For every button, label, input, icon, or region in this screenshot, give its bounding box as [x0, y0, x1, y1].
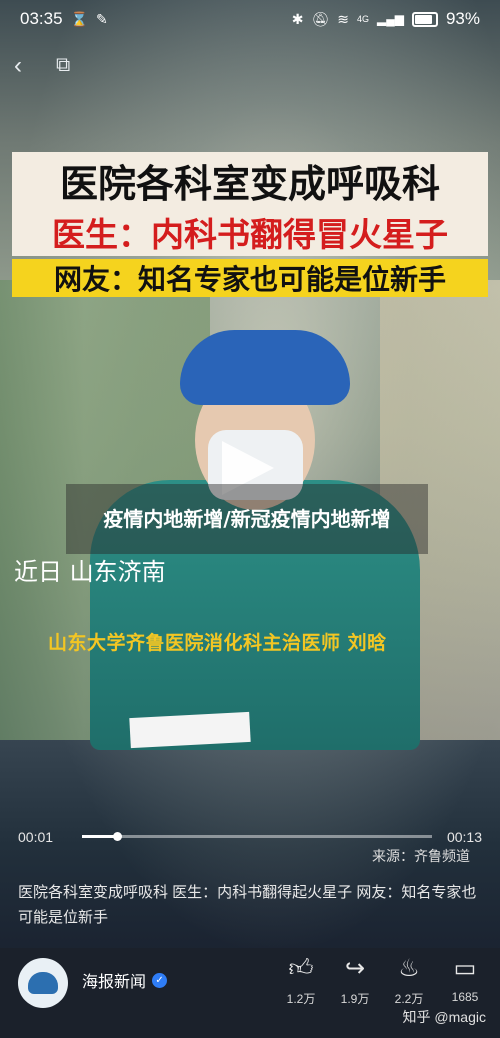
author-name[interactable]: 海报新闻 [82, 968, 146, 992]
comment-count: 1685 [451, 990, 479, 1004]
progress-bar[interactable] [82, 832, 432, 841]
video-banner-title: 医院各科室变成呼吸科 [12, 152, 488, 208]
link-icon: ✎ [95, 10, 108, 27]
author-info[interactable]: 海报新闻 ✓ [82, 968, 168, 992]
comment-icon: ▭ [453, 955, 477, 982]
watermark: 知乎 @magic [402, 1009, 486, 1025]
status-time: 03:35 [20, 9, 63, 28]
top-nav: ‹ ⧉ [0, 48, 500, 84]
progress-thumb[interactable] [113, 832, 122, 841]
video-caption-location: 近日 山东济南 [14, 558, 166, 586]
favorite-button[interactable]: ♨ 2.2万 [384, 954, 434, 1007]
network-label: 4G [356, 14, 369, 24]
status-bar: 03:35 ⌛ ✎ ✱ 🔕︎ ≋ 4G ▂▄▆ 93% [0, 0, 500, 38]
flame-icon: ♨ [398, 955, 420, 982]
verified-icon: ✓ [152, 972, 168, 988]
share-icon: ↪ [344, 955, 366, 982]
thumbs-up-icon: 👍︎ [288, 955, 314, 982]
like-button[interactable]: 👍︎ 1.2万 [276, 954, 326, 1007]
author-avatar[interactable] [18, 958, 68, 1008]
favorite-count: 2.2万 [394, 992, 424, 1006]
back-icon[interactable]: ‹ [14, 52, 22, 80]
video-description: 医院各科室变成呼吸科 医生：内科书翻得起火星子 网友：知名专家也可能是位新手 [18, 884, 477, 926]
like-count: 1.2万 [286, 992, 316, 1006]
seal-logo-icon [28, 972, 58, 994]
bluetooth-icon: ✱ [291, 10, 304, 27]
comment-button[interactable]: ▭ 1685 [440, 954, 490, 1004]
video-caption-doctor: 山东大学齐鲁医院消化科主治医师 刘晗 [48, 632, 387, 654]
signal-icon: ▂▄▆ [377, 12, 404, 26]
video-banner-doctor: 医生：内科书翻得冒火星子 [12, 208, 488, 256]
share-count: 1.9万 [340, 992, 370, 1006]
video-source: 来源：齐鲁频道 [372, 848, 470, 864]
battery-icon [411, 11, 438, 27]
progress-fill [82, 835, 117, 838]
current-time: 00:01 [18, 829, 54, 845]
video-banner-netizen: 网友：知名专家也可能是位新手 [12, 259, 488, 297]
duration: 00:13 [446, 829, 482, 845]
mute-icon: 🔕︎ [311, 10, 330, 27]
share-button[interactable]: ↪ 1.9万 [330, 954, 380, 1007]
article-headline: 疫情内地新增/新冠疫情内地新增 [66, 484, 428, 554]
battery-percent: 93% [445, 9, 480, 28]
wifi-icon: ≋ [337, 10, 349, 27]
pip-icon[interactable]: ⧉ [56, 54, 70, 77]
hourglass-icon: ⌛ [70, 10, 88, 27]
